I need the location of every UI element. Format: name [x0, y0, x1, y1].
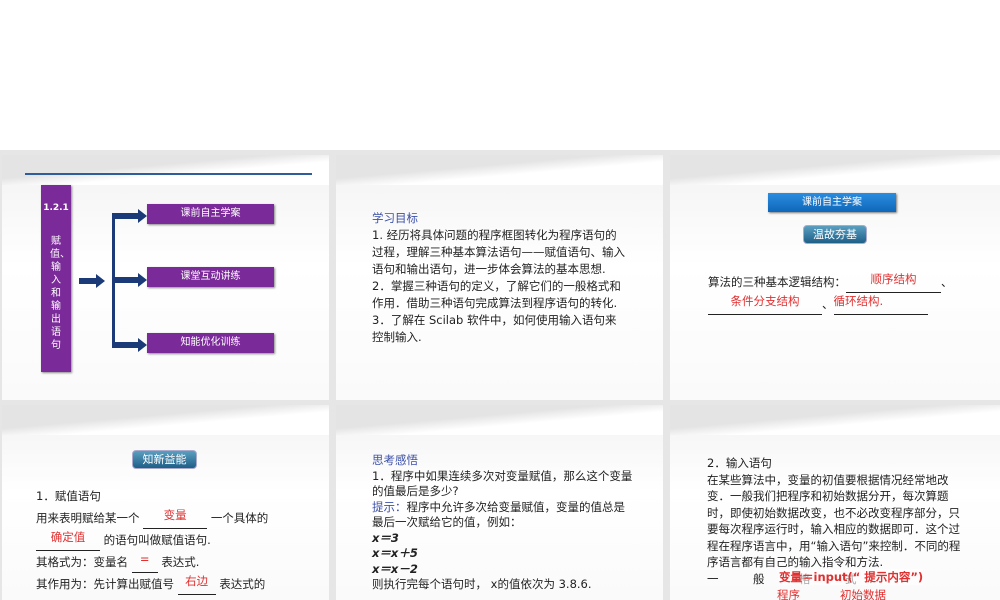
arrow-icon — [112, 273, 147, 287]
section-box: 1.2.1 赋值、输入和输出语句 — [41, 185, 71, 372]
review-badge: 温故夯基 — [803, 225, 867, 244]
arrow-icon — [112, 209, 147, 223]
section-title: 赋值、输入和输出语句 — [50, 236, 70, 351]
slide-4[interactable]: 知新益能 1．赋值语句 用来表明赋给某一个 变量 一个具体的 确定值 的语句叫做… — [2, 405, 329, 600]
heading: 2．输入语句 — [707, 456, 772, 470]
code-line: x＝3 — [372, 530, 399, 545]
slide-3[interactable]: 课前自主学案 温故夯基 算法的三种基本逻辑结构： 顺序结构、 条件分支结构、循环结… — [670, 155, 1000, 400]
input-statement-text: 2．输入语句 在某些算法中，变量的初值要根据情况经常地改变．一般我们把程序和初始… — [707, 455, 969, 600]
answer: 顺序结构 — [870, 272, 917, 286]
pre-class-button[interactable]: 课前自主学案 — [768, 193, 896, 212]
slide-6[interactable]: 2．输入语句 在某些算法中，变量的初值要根据情况经常地改变．一般我们把程序和初始… — [670, 405, 1000, 600]
menu-pre-class[interactable]: 课前自主学案 — [147, 204, 274, 224]
prompt: 算法的三种基本逻辑结构： — [708, 275, 846, 289]
new-knowledge-badge: 知新益能 — [132, 450, 197, 469]
conclusion: 则执行完每个语句时， x的值依次为 3.8.6. — [372, 577, 592, 591]
divider — [25, 173, 312, 175]
menu-in-class[interactable]: 课堂互动讲练 — [147, 267, 274, 287]
goal-item: 2．掌握三种语句的定义，了解它们的一般格式和作用．借助三种语句完成算法到程序语句… — [372, 279, 621, 310]
structures-text: 算法的三种基本逻辑结构： 顺序结构、 条件分支结构、循环结构. — [708, 271, 978, 315]
assignment-text: 1．赋值语句 用来表明赋给某一个 变量 一个具体的 确定值 的语句叫做赋值语句.… — [36, 485, 306, 600]
format-answer: 变量＝input(“ 提示内容”) — [779, 568, 924, 585]
body: 在某些算法中，变量的初值要根据情况经常地改变．一般我们把程序和初始数据分开，每次… — [707, 472, 961, 570]
menu-practice[interactable]: 知能优化训练 — [147, 333, 274, 353]
section-number: 1.2.1 — [43, 203, 69, 213]
arrow-icon — [79, 274, 105, 288]
learning-goals: 学习目标 1. 经历将具体问题的程序框图转化为程序语句的过程，理解三种基本算法语… — [372, 210, 627, 346]
slide-grid: 1.2.1 赋值、输入和输出语句 课前自主学案 课堂互动讲练 知能优化训练 学习… — [0, 150, 1000, 600]
slide-1[interactable]: 1.2.1 赋值、输入和输出语句 课前自主学案 课堂互动讲练 知能优化训练 — [2, 155, 329, 400]
code-line: x＝x＋5 — [372, 546, 418, 560]
code-line: x＝x－2 — [372, 561, 418, 576]
slide-2[interactable]: 学习目标 1. 经历将具体问题的程序框图转化为程序语句的过程，理解三种基本算法语… — [336, 155, 663, 400]
heading: 学习目标 — [372, 211, 418, 225]
question: 1．程序中如果连续多次对变量赋值，那么这个变量的值最后是多少? — [372, 468, 633, 499]
reflection-text: 思考感悟 1．程序中如果连续多次对变量赋值，那么这个变量的值最后是多少? 提示：… — [372, 453, 633, 591]
slide-5[interactable]: 思考感悟 1．程序中如果连续多次对变量赋值，那么这个变量的值最后是多少? 提示：… — [336, 405, 663, 600]
goal-item: 1. 经历将具体问题的程序框图转化为程序语句的过程，理解三种基本算法语句——赋值… — [372, 228, 625, 276]
heading: 思考感悟 — [372, 453, 418, 467]
answer: 循环结构. — [833, 294, 884, 308]
goal-item: 3．了解在 Scilab 软件中，如何使用输入语句来控制输入. — [372, 313, 617, 344]
answer: 条件分支结构 — [730, 294, 800, 308]
arrow-icon — [112, 338, 147, 352]
